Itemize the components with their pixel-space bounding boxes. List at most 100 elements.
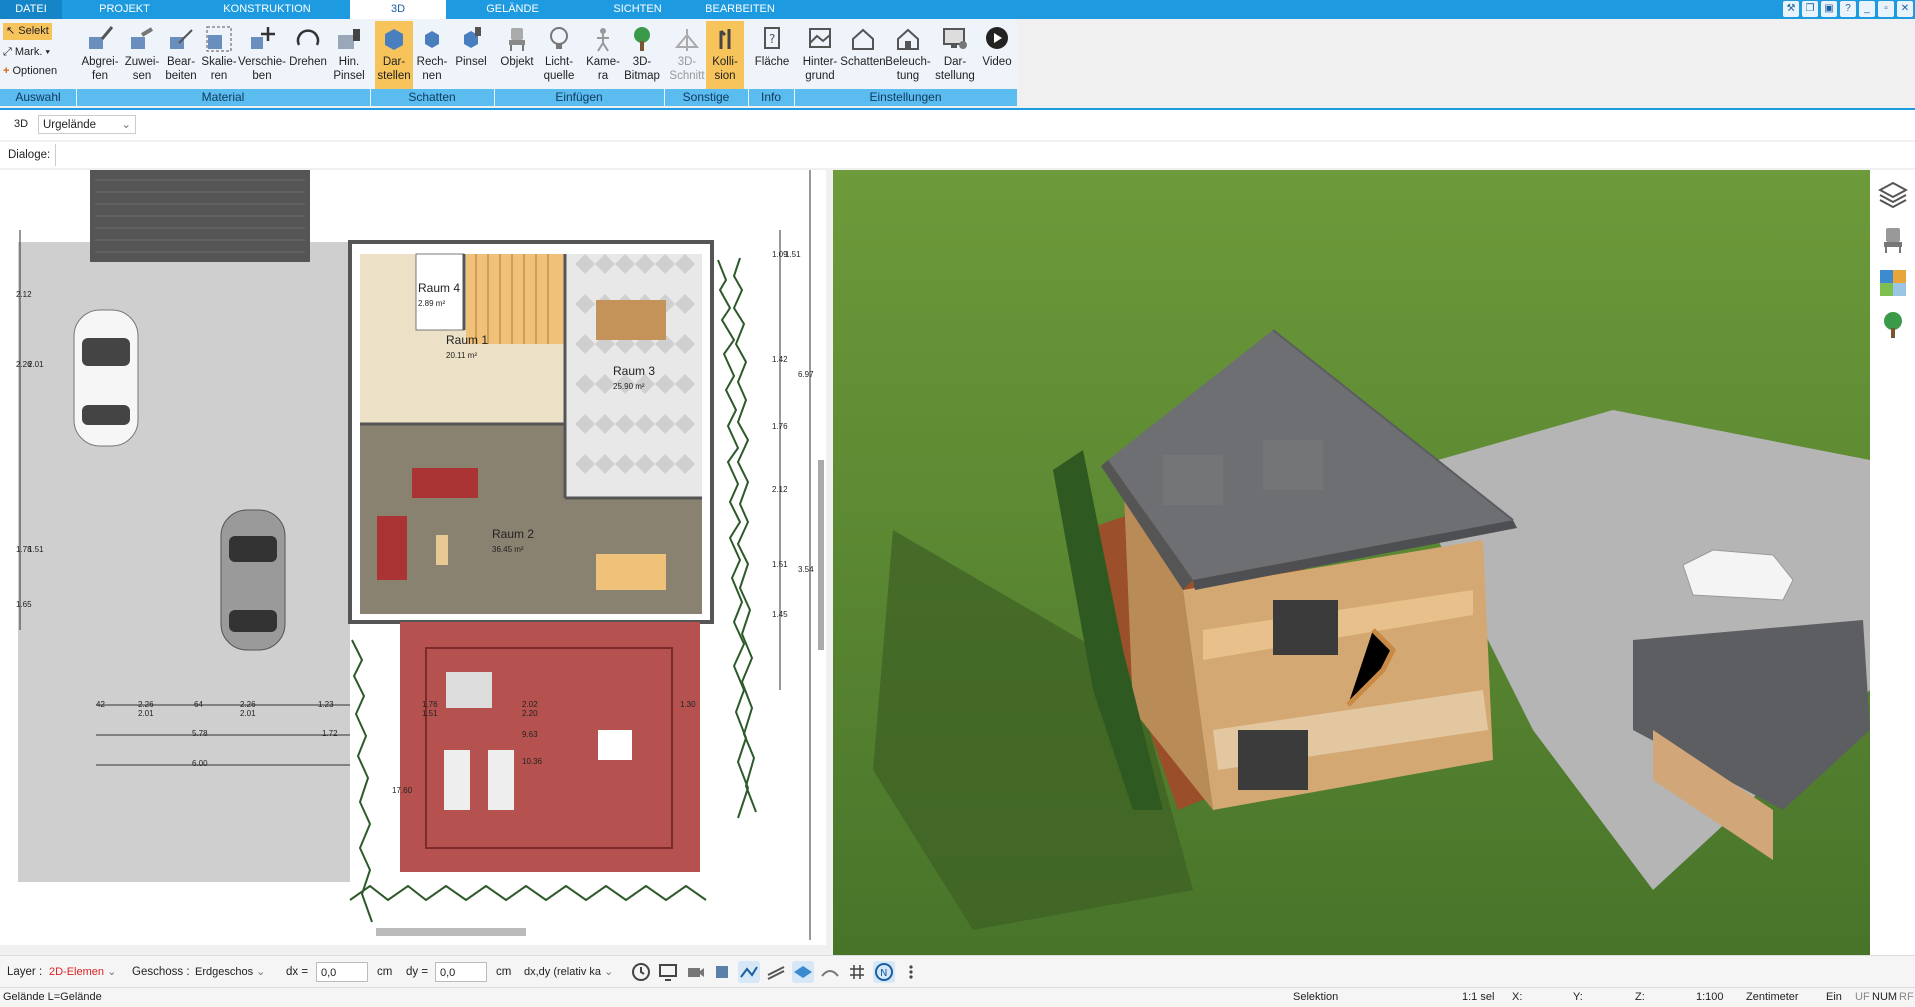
plan-horizontal-scrollbar[interactable] xyxy=(376,928,526,936)
section-cut-icon xyxy=(674,29,700,51)
close-icon[interactable]: ✕ xyxy=(1897,1,1913,17)
furniture-icon[interactable] xyxy=(1878,225,1908,255)
hin-pinsel-button[interactable]: Hin. Pinsel xyxy=(328,21,370,90)
kamera-button[interactable]: Kame- ra xyxy=(583,21,623,90)
tab-3d[interactable]: 3D xyxy=(350,0,446,19)
camera-view-icon[interactable] xyxy=(684,961,706,983)
camera-person-icon xyxy=(597,28,609,52)
texture-icon[interactable] xyxy=(765,961,787,983)
restore-icon[interactable]: ❐ xyxy=(1802,1,1818,17)
room-label-1: Raum 1 20.11 m² xyxy=(446,333,489,360)
play-icon xyxy=(986,27,1008,49)
mark-button[interactable]: ⤢ Mark. ▾ xyxy=(3,44,50,61)
darstellung-button[interactable]: Dar- stellung xyxy=(933,21,977,90)
minimize-icon[interactable]: _ xyxy=(1859,1,1875,17)
terrain-select[interactable]: Urgelände ⌄ xyxy=(38,115,136,134)
abgreifen-button[interactable]: Abgrei- fen xyxy=(79,21,121,90)
layers-icon[interactable] xyxy=(1878,180,1908,210)
object-icon[interactable] xyxy=(711,961,733,983)
staircase xyxy=(466,254,564,344)
geschoss-select[interactable]: Erdgeschos ⌄ xyxy=(191,962,267,982)
snap-icon[interactable] xyxy=(738,961,760,983)
verschieben-button[interactable]: Verschie- ben xyxy=(237,21,287,90)
3d-scene xyxy=(833,170,1870,955)
materials-icon[interactable] xyxy=(1878,268,1908,298)
pinsel-button[interactable]: Pinsel xyxy=(451,21,491,90)
lichtquelle-button[interactable]: Licht- quelle xyxy=(537,21,581,90)
kollision-button[interactable]: Kolli- sion xyxy=(706,21,744,90)
tab-konstruktion[interactable]: KONSTRUKTION xyxy=(187,0,347,19)
patio xyxy=(400,622,700,872)
skalieren-button[interactable]: Skalie- ren xyxy=(198,21,240,90)
tab-datei[interactable]: DATEI xyxy=(0,0,62,19)
bearbeiten-button[interactable]: Bear- beiten xyxy=(160,21,202,90)
tools-icon[interactable]: ⚒ xyxy=(1783,1,1799,17)
display-icon[interactable] xyxy=(657,961,679,983)
room-label-4: Raum 4 2.89 m² xyxy=(418,281,461,308)
shadow-brush-icon xyxy=(464,27,481,48)
layer-select[interactable]: 2D-Elemen ⌄ xyxy=(45,962,121,982)
schnitt-button[interactable]: 3D- Schnitt xyxy=(668,21,706,90)
north-icon[interactable]: N xyxy=(873,961,895,983)
room-label-3: Raum 3 25.90 m² xyxy=(613,364,656,391)
video-button[interactable]: Video xyxy=(978,21,1016,90)
plants-icon[interactable] xyxy=(1878,310,1908,340)
zuweisen-button[interactable]: Zuwei- sen xyxy=(121,21,163,90)
select-button[interactable]: ↖ Selekt xyxy=(3,23,52,40)
hintergrund-button[interactable]: Hinter- grund xyxy=(798,21,842,90)
plus-icon: + xyxy=(3,65,10,77)
armchair xyxy=(377,516,407,580)
driveway xyxy=(18,242,350,882)
dim-label: 1.42 xyxy=(772,355,788,364)
grid-icon[interactable] xyxy=(846,961,868,983)
clock-icon[interactable] xyxy=(630,961,652,983)
schatten-button[interactable]: Schatten xyxy=(840,21,886,90)
tab-sichten[interactable]: SICHTEN xyxy=(575,0,700,19)
background-icon xyxy=(809,28,831,48)
dim-label: 3.54 xyxy=(798,565,814,574)
dim-label: 1.51 xyxy=(772,560,788,569)
dy-input[interactable]: 0,0 xyxy=(435,962,487,982)
darstellen-button[interactable]: Dar- stellen xyxy=(375,21,413,90)
rechnen-button[interactable]: Rech- nen xyxy=(413,21,451,90)
more-icon[interactable] xyxy=(900,961,922,983)
maximize-icon[interactable]: ▫ xyxy=(1878,1,1894,17)
options-button[interactable]: + Optionen xyxy=(3,63,57,80)
plane-icon[interactable] xyxy=(792,961,814,983)
3d-view[interactable] xyxy=(833,170,1870,955)
coord-mode-select[interactable]: dx,dy (relativ ka ⌄ xyxy=(520,962,620,982)
help-icon[interactable]: ? xyxy=(1840,1,1856,17)
dim-label: 2.01 xyxy=(138,709,154,718)
area-info-icon: ? xyxy=(764,27,780,49)
flaeche-button[interactable]: ? Fläche xyxy=(752,21,792,90)
dim-label: 1.51 xyxy=(422,709,438,718)
monitor-icon xyxy=(943,28,967,49)
dim-label: 1.72 xyxy=(322,729,338,738)
dim-label: 64 xyxy=(194,700,203,709)
plan-vertical-scrollbar[interactable] xyxy=(818,460,824,650)
bitmap-button[interactable]: 3D- Bitmap xyxy=(622,21,662,90)
tab-projekt[interactable]: PROJEKT xyxy=(62,0,187,19)
tab-bearbeiten[interactable]: BEARBEITEN xyxy=(700,0,780,19)
upper-window xyxy=(1273,600,1338,655)
beleuchtung-button[interactable]: Beleuch- tung xyxy=(885,21,931,90)
tab-gelaende[interactable]: GELÄNDE xyxy=(450,0,575,19)
dim-label: 17.60 xyxy=(392,786,413,795)
ein-status: Ein xyxy=(1826,991,1842,1003)
lightbulb-icon xyxy=(550,27,568,49)
ribbon-group-bar: Auswahl Material Schatten Einfügen Sonst… xyxy=(0,89,1017,106)
chevron-down-icon: ⌄ xyxy=(604,966,614,978)
dx-input[interactable]: 0,0 xyxy=(316,962,368,982)
lounger-1 xyxy=(444,750,470,810)
group-einfuegen: Einfügen xyxy=(494,89,665,106)
lower-window xyxy=(1238,730,1308,790)
terrain-icon[interactable] xyxy=(819,961,841,983)
objekt-button[interactable]: Objekt xyxy=(497,21,537,90)
dx-label: dx = xyxy=(286,966,309,978)
window-icon[interactable]: ▣ xyxy=(1821,1,1837,17)
floor-plan-view[interactable]: Raum 4 2.89 m² Raum 1 20.11 m² Raum 3 25.90… xyxy=(0,170,826,945)
drehen-button[interactable]: Drehen xyxy=(287,21,329,90)
collision-icon xyxy=(719,29,731,49)
dim-label: 1.51 xyxy=(785,250,801,259)
dim-label: 2.26 xyxy=(240,700,256,709)
